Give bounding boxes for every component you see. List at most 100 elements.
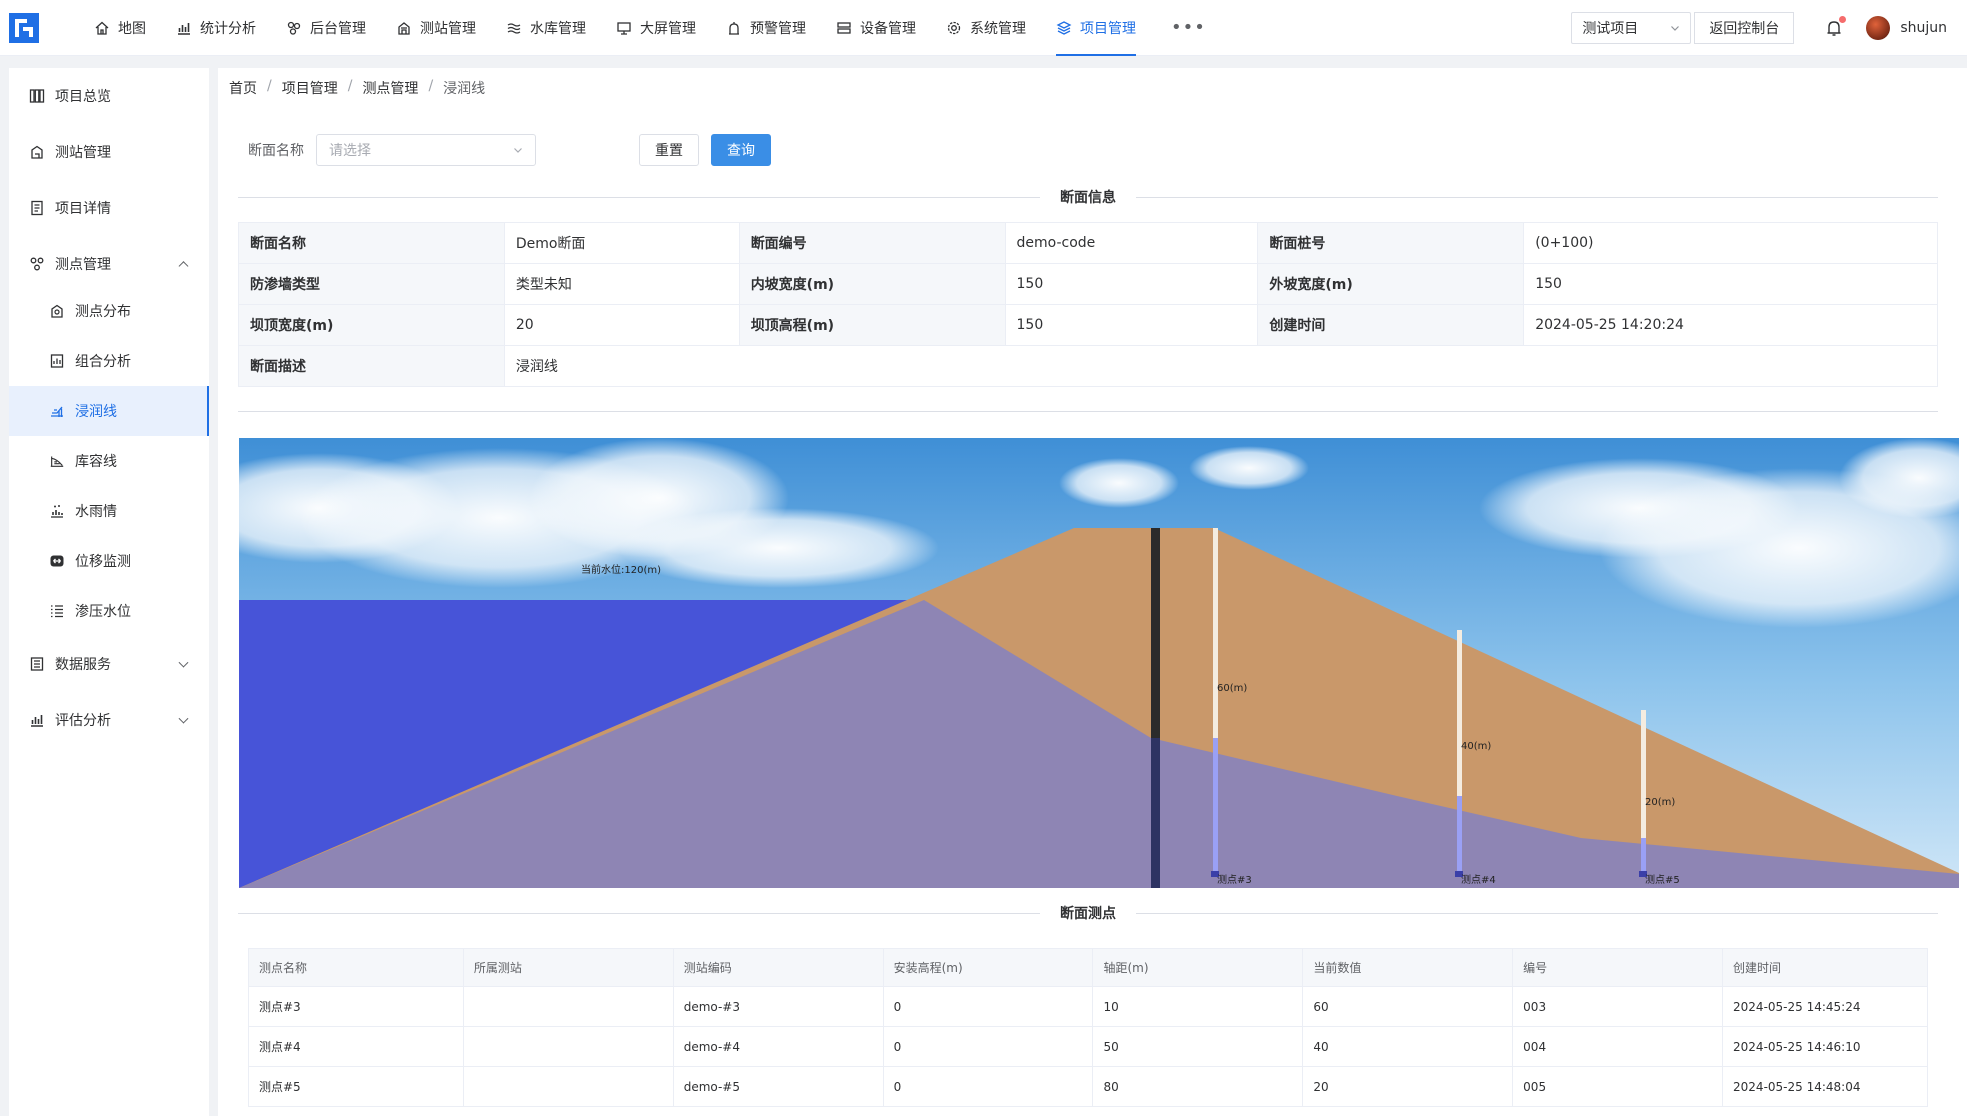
info-value: Demo断面 — [503, 222, 740, 264]
table-cell: 40 — [1302, 1026, 1514, 1067]
seepage-line-icon — [51, 406, 63, 417]
info-label: 内坡宽度(m) — [738, 263, 1006, 305]
table-cell — [462, 986, 674, 1027]
info-row: 防渗墙类型 类型未知 内坡宽度(m) 150 外坡宽度(m) 150 — [238, 263, 1938, 305]
table-row[interactable]: 测点#4 demo-#4 0 50 40 004 2024-05-25 14:4… — [248, 1026, 1928, 1067]
info-value: 150 — [1004, 263, 1259, 305]
sidebar-sub-point-distribution[interactable]: 测点分布 — [9, 286, 209, 336]
sidebar-item-project-detail[interactable]: 项目详情 — [9, 180, 209, 236]
info-label: 坝顶高程(m) — [738, 304, 1006, 346]
top-right-tools: 测试项目 返回控制台 shujun — [1571, 0, 1967, 56]
nav-label: 设备管理 — [860, 20, 916, 37]
nav-item-station[interactable]: 测站管理 — [381, 0, 491, 56]
table-row[interactable]: 测点#3 demo-#3 0 10 60 003 2024-05-25 14:4… — [248, 986, 1928, 1027]
sidebar-sub-capacity-line[interactable]: 库容线 — [9, 436, 209, 486]
query-button[interactable]: 查询 — [711, 134, 771, 166]
column-header: 创建时间 — [1722, 948, 1928, 987]
nav-label: 大屏管理 — [640, 20, 696, 37]
table-cell: 50 — [1092, 1026, 1304, 1067]
sidebar-sub-seepage-line[interactable]: 浸润线 — [9, 386, 209, 436]
sidebar-sub-combined-analysis[interactable]: 组合分析 — [9, 336, 209, 386]
nav-label: 预警管理 — [750, 20, 806, 37]
sidebar-item-station[interactable]: 测站管理 — [9, 124, 209, 180]
sidebar-sub-label: 测点分布 — [75, 304, 131, 320]
sidebar-item-overview[interactable]: 项目总览 — [9, 68, 209, 124]
table-cell: 2024-05-25 14:46:10 — [1722, 1026, 1928, 1067]
breadcrumb-project[interactable]: 项目管理 — [282, 78, 338, 98]
table-cell: demo-#4 — [672, 1026, 884, 1067]
back-to-console-button[interactable]: 返回控制台 — [1694, 12, 1795, 44]
table-cell: 2024-05-25 14:45:24 — [1722, 986, 1928, 1027]
sidebar-item-label: 项目详情 — [55, 201, 111, 217]
app-logo[interactable] — [9, 12, 39, 43]
table-row[interactable]: 测点#5 demo-#5 0 80 20 005 2024-05-25 14:4… — [248, 1066, 1928, 1107]
notification-bell[interactable] — [1824, 16, 1847, 38]
sidebar-sub-label: 组合分析 — [75, 354, 131, 370]
nav-item-statistics[interactable]: 统计分析 — [161, 0, 271, 56]
avatar[interactable] — [1866, 16, 1891, 40]
breadcrumb-home[interactable]: 首页 — [229, 78, 257, 98]
divider-line — [238, 196, 1040, 198]
main-content: 首页 / 项目管理 / 测点管理 / 浸润线 断面名称 请选择 重置 查询 断面… — [218, 68, 1967, 1116]
table-cell: 20 — [1302, 1066, 1514, 1107]
sidebar-sub-label: 水雨情 — [75, 504, 117, 520]
section-info-table: 断面名称 Demo断面 断面编号 demo-code 断面桩号 (0+100) … — [238, 222, 1939, 387]
sidebar-item-label: 测站管理 — [55, 145, 111, 161]
station-icon — [31, 145, 43, 159]
chart-icon — [178, 22, 190, 35]
section-name-select[interactable]: 请选择 — [316, 134, 536, 166]
nodes-icon — [30, 257, 44, 271]
monitor-icon — [617, 21, 631, 35]
section-filter: 断面名称 请选择 — [248, 134, 536, 166]
username[interactable]: shujun — [1900, 20, 1947, 36]
nav-item-reservoir[interactable]: 水库管理 — [491, 0, 601, 56]
sidebar-item-evaluation[interactable]: 评估分析 — [9, 692, 209, 748]
sidebar-item-point-management[interactable]: 测点管理 — [9, 236, 209, 292]
divider-line — [238, 912, 1040, 914]
table-cell: 005 — [1512, 1066, 1724, 1107]
section-info-title: 断面信息 — [1060, 190, 1116, 206]
info-value: (0+100) — [1523, 222, 1938, 264]
sidebar-sub-rain-water[interactable]: 水雨情 — [9, 486, 209, 536]
info-value: 150 — [1523, 263, 1938, 305]
nav-label: 地图 — [118, 20, 146, 37]
table-cell — [462, 1026, 674, 1067]
evaluation-icon — [31, 715, 43, 727]
table-cell: 2024-05-25 14:48:04 — [1722, 1066, 1928, 1107]
nav-item-system[interactable]: 系统管理 — [931, 0, 1041, 56]
reset-button[interactable]: 重置 — [639, 134, 699, 166]
nav-item-project[interactable]: 项目管理 — [1041, 0, 1151, 56]
sidebar-sub-label: 库容线 — [75, 454, 117, 470]
nav-more-button[interactable]: ••• — [1151, 0, 1226, 56]
breadcrumb-separator: / — [428, 78, 434, 94]
project-select[interactable]: 测试项目 — [1571, 12, 1692, 44]
analysis-icon — [50, 354, 64, 368]
nav-item-alarm[interactable]: 预警管理 — [711, 0, 821, 56]
sidebar-item-label: 评估分析 — [55, 713, 111, 729]
nav-item-device[interactable]: 设备管理 — [821, 0, 931, 56]
main-nav: 地图 统计分析 后台管理 测站管理 水库管理 大屏管理 预警管理 设备管理 系统… — [79, 0, 1226, 56]
sidebar-sub-seepage-pressure[interactable]: 渗压水位 — [9, 586, 209, 636]
nav-label: 测站管理 — [420, 20, 476, 37]
home-icon — [95, 21, 109, 35]
table-cell: 测点#4 — [248, 1026, 464, 1067]
notification-dot — [1839, 16, 1847, 23]
info-value: 2024-05-25 14:20:24 — [1523, 304, 1938, 346]
station-icon — [398, 21, 410, 35]
nav-item-backend[interactable]: 后台管理 — [271, 0, 381, 56]
nav-item-map[interactable]: 地图 — [79, 0, 161, 56]
column-header: 轴距(m) — [1092, 948, 1304, 987]
breadcrumb-points[interactable]: 测点管理 — [362, 78, 418, 98]
columns-icon — [29, 89, 45, 103]
sidebar-sub-displacement[interactable]: 位移监测 — [9, 536, 209, 586]
well-4-name-label: 测点#4 — [1461, 873, 1496, 886]
well-5-value-label: 20(m) — [1645, 797, 1675, 808]
chevron-down-icon — [1671, 26, 1680, 31]
divider-line — [1136, 196, 1938, 198]
impervious-wall — [1151, 528, 1160, 888]
info-value: 浸润线 — [503, 345, 1939, 387]
sidebar-item-data-service[interactable]: 数据服务 — [9, 636, 209, 692]
section-points-title: 断面测点 — [1060, 906, 1116, 922]
nav-item-bigscreen[interactable]: 大屏管理 — [601, 0, 711, 56]
table-cell: 测点#5 — [248, 1066, 464, 1107]
